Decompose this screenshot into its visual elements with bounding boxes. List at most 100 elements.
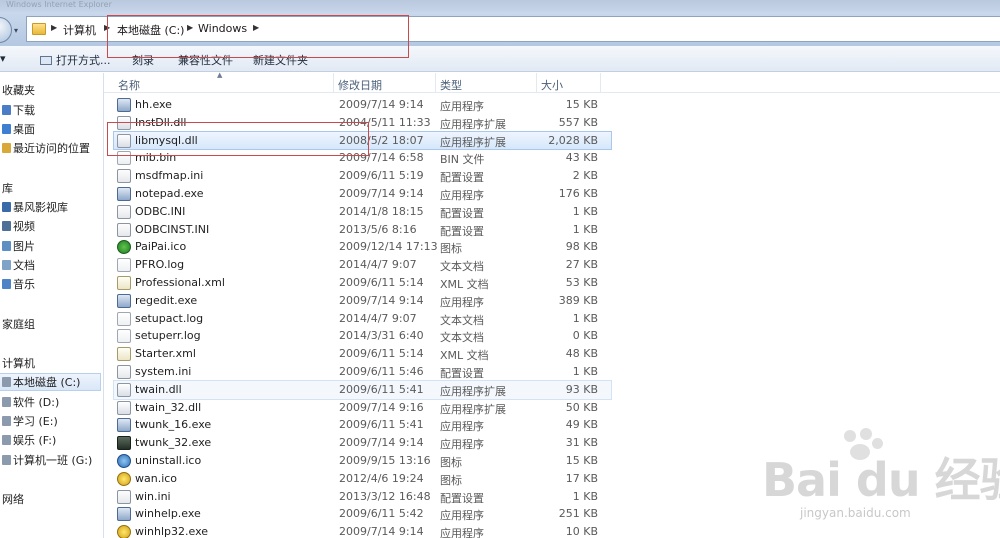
exe-icon	[117, 98, 131, 112]
file-row[interactable]: twain.dll 2009/6/11 5:41 应用程序扩展 93 KB	[113, 379, 612, 400]
file-row[interactable]: Professional.xml 2009/6/11 5:14 XML 文档 53 K…	[114, 274, 611, 292]
nav-videos[interactable]: 视频	[0, 218, 35, 236]
file-row[interactable]: mib.bin 2009/7/14 6:58 BIN 文件 43 KB	[114, 149, 611, 167]
file-row[interactable]: wan.ico 2012/4/6 19:24 图标 17 KB	[114, 470, 611, 488]
file-row[interactable]: msdfmap.ini 2009/6/11 5:19 配置设置 2 KB	[114, 167, 611, 185]
file-name: wan.ico	[135, 471, 178, 485]
file-row[interactable]: PFRO.log 2014/4/7 9:07 文本文档 27 KB	[114, 256, 611, 274]
window-title: Windows Internet Explorer	[6, 0, 112, 9]
nav-music[interactable]: 音乐	[0, 276, 35, 294]
file-date: 2014/4/7 9:07	[339, 311, 417, 325]
nav-desktop[interactable]: 桌面	[0, 121, 35, 139]
dll-icon	[117, 115, 131, 130]
bin-icon	[117, 151, 131, 166]
file-type: 图标	[440, 242, 462, 256]
address-bar[interactable]: ▶ 计算机 ▶ 本地磁盘 (C:) ▶ Windows ▶	[26, 16, 1000, 42]
file-row[interactable]: InstDll.dll 2004/5/11 11:33 应用程序扩展 557 KB	[114, 114, 611, 132]
file-name: setupact.log	[135, 311, 204, 325]
compat-files-button[interactable]: 兼容性文件	[178, 52, 233, 68]
column-header-name[interactable]: 名称	[114, 73, 334, 93]
file-type: 应用程序扩展	[440, 384, 506, 398]
file-type: 配置设置	[440, 366, 484, 380]
open-with-button[interactable]: 打开方式...	[40, 52, 111, 68]
nav-documents[interactable]: 文档	[0, 257, 35, 275]
file-row[interactable]: system.ini 2009/6/11 5:46 配置设置 1 KB	[114, 363, 611, 381]
nav-drive-f[interactable]: 娱乐 (F:)	[0, 432, 56, 450]
nav-homegroup[interactable]: 家庭组	[0, 316, 35, 334]
chevron-right-icon[interactable]: ▶	[187, 23, 193, 32]
breadcrumb-computer[interactable]: 计算机	[63, 22, 96, 38]
nav-drive-c-label: 本地磁盘 (C:)	[13, 376, 81, 389]
column-header-type[interactable]: 类型	[436, 73, 537, 93]
file-date: 2009/7/14 9:14	[339, 436, 424, 450]
file-row[interactable]: notepad.exe 2009/7/14 9:14 应用程序 176 KB	[114, 185, 611, 203]
file-row[interactable]: twunk_16.exe 2009/6/11 5:41 应用程序 49 KB	[114, 416, 611, 434]
navigation-pane: 收藏夹 下载 桌面 最近访问的位置 库 暴风影视库 视频 图片 文档 音乐 家庭…	[0, 73, 104, 538]
file-name: Starter.xml	[135, 347, 196, 361]
file-row[interactable]: ODBCINST.INI 2013/5/6 8:16 配置设置 1 KB	[114, 221, 611, 239]
file-row[interactable]: twunk_32.exe 2009/7/14 9:14 应用程序 31 KB	[114, 434, 611, 452]
file-name: setuperr.log	[135, 329, 201, 343]
nav-computer[interactable]: 计算机	[0, 355, 35, 373]
file-name: regedit.exe	[135, 293, 198, 307]
file-type: 配置设置	[440, 206, 484, 220]
nav-favorites[interactable]: 收藏夹	[0, 82, 35, 100]
nav-network[interactable]: 网络	[0, 491, 24, 509]
file-row[interactable]: PaiPai.ico 2009/12/14 17:13 图标 98 KB	[114, 238, 611, 256]
file-date: 2009/6/11 5:41	[339, 382, 424, 396]
file-row[interactable]: setupact.log 2014/4/7 9:07 文本文档 1 KB	[114, 310, 611, 328]
chevron-right-icon[interactable]: ▶	[253, 23, 259, 32]
paipai-icon	[117, 240, 131, 255]
ini-icon	[117, 169, 131, 184]
file-row[interactable]: win.ini 2013/3/12 16:48 配置设置 1 KB	[114, 488, 611, 506]
file-row[interactable]: setuperr.log 2014/3/31 6:40 文本文档 0 KB	[114, 327, 611, 345]
breadcrumb-windows[interactable]: Windows	[198, 22, 247, 35]
file-row[interactable]: uninstall.ico 2009/9/15 13:16 图标 15 KB	[114, 452, 611, 470]
new-folder-button[interactable]: 新建文件夹	[253, 52, 308, 68]
file-type: 应用程序	[440, 188, 484, 202]
ini-icon	[117, 489, 131, 504]
library-icon	[2, 202, 11, 212]
file-size: 176 KB	[558, 186, 598, 200]
burn-button[interactable]: 刻录	[132, 52, 154, 68]
wan-icon	[117, 471, 131, 486]
file-type: 应用程序扩展	[440, 402, 506, 416]
file-row[interactable]: regedit.exe 2009/7/14 9:14 应用程序 389 KB	[114, 292, 611, 310]
nav-drive-d[interactable]: 软件 (D:)	[0, 394, 59, 412]
file-size: 1 KB	[572, 204, 598, 218]
organize-dropdown-icon[interactable]: ▾	[0, 52, 6, 65]
nav-downloads[interactable]: 下载	[0, 102, 35, 120]
column-header-date[interactable]: 修改日期	[334, 73, 436, 93]
file-row[interactable]: winhlp32.exe 2009/7/14 9:14 应用程序 10 KB	[114, 523, 611, 538]
file-row[interactable]: twain_32.dll 2009/7/14 9:16 应用程序扩展 50 KB	[114, 399, 611, 417]
file-date: 2009/7/14 9:14	[339, 98, 424, 111]
nav-drive-e[interactable]: 学习 (E:)	[0, 413, 58, 431]
nav-libraries[interactable]: 库	[0, 180, 13, 198]
back-button[interactable]	[0, 17, 12, 43]
column-header-size[interactable]: 大小	[537, 73, 601, 93]
nav-drive-c[interactable]: 本地磁盘 (C:)	[0, 373, 101, 391]
file-row[interactable]: winhelp.exe 2009/6/11 5:42 应用程序 251 KB	[114, 505, 611, 523]
nav-storm-library[interactable]: 暴风影视库	[0, 199, 68, 217]
uninstall-icon	[117, 453, 131, 468]
file-size: 2 KB	[572, 169, 598, 183]
breadcrumb-drive-c[interactable]: 本地磁盘 (C:)	[117, 22, 184, 38]
dll-icon	[117, 400, 131, 415]
file-row[interactable]: hh.exe 2009/7/14 9:14 应用程序 15 KB	[114, 96, 611, 114]
nav-drive-g[interactable]: 计算机一班 (G:)	[0, 452, 92, 470]
chevron-right-icon[interactable]: ▶	[51, 23, 57, 32]
file-size: 48 KB	[565, 347, 598, 361]
file-size: 1 KB	[572, 489, 598, 503]
file-type: 文本文档	[440, 260, 484, 274]
nav-pictures[interactable]: 图片	[0, 238, 35, 256]
file-type: 配置设置	[440, 224, 484, 238]
nav-recent[interactable]: 最近访问的位置	[0, 140, 90, 158]
file-row[interactable]: ODBC.INI 2014/1/8 18:15 配置设置 1 KB	[114, 203, 611, 221]
chevron-right-icon[interactable]: ▶	[104, 23, 110, 32]
history-dropdown-icon[interactable]: ▾	[14, 26, 18, 35]
file-date: 2009/6/11 5:42	[339, 507, 424, 521]
file-row[interactable]: Starter.xml 2009/6/11 5:14 XML 文档 48 KB	[114, 345, 611, 363]
file-row[interactable]: libmysql.dll 2008/5/2 18:07 应用程序扩展 2,028 KB	[113, 130, 612, 151]
file-date: 2009/7/14 9:14	[339, 293, 424, 307]
nav-network-label: 网络	[2, 493, 24, 506]
